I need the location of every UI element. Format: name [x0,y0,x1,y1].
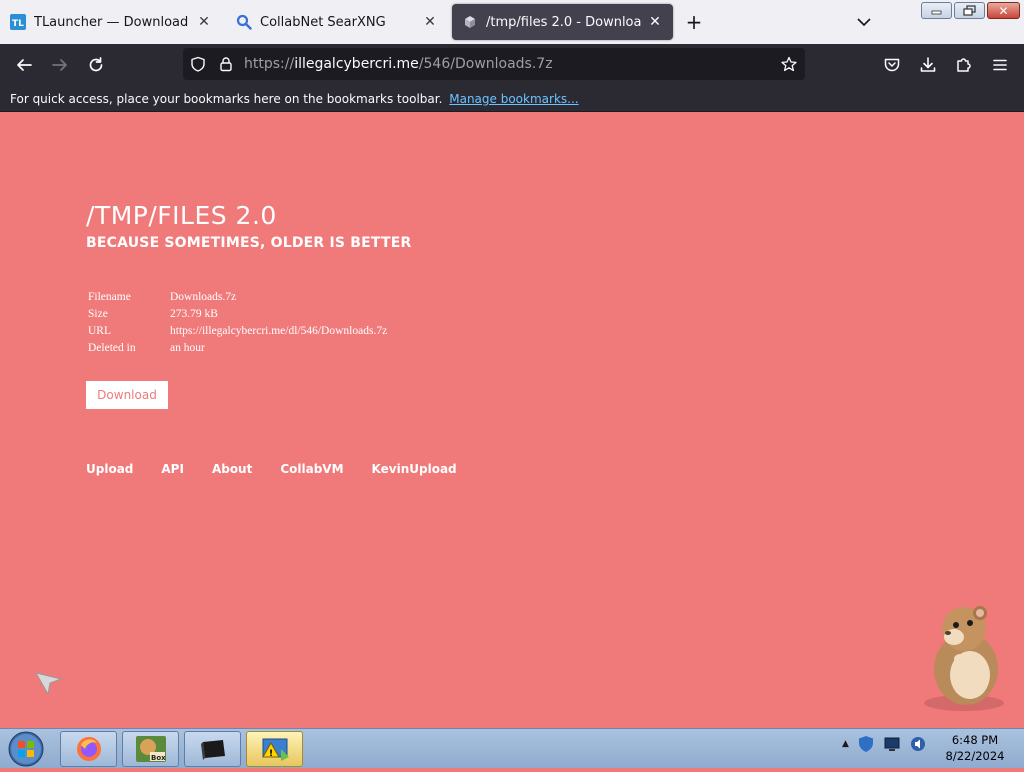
minimize-button[interactable] [921,2,952,19]
minimize-icon [931,10,941,14]
restore-button[interactable] [954,2,985,19]
tlauncher-icon: TL [10,14,26,30]
arrow-right-icon [52,59,67,71]
taskbar-terminal[interactable] [184,731,241,767]
start-button[interactable] [4,730,48,768]
download-icon [920,57,936,72]
shield-icon[interactable] [190,56,206,76]
downloads-button[interactable] [916,53,940,77]
chevron-down-icon [857,18,871,27]
list-all-tabs-button[interactable] [854,12,874,32]
lock-icon[interactable] [218,56,234,76]
clock-time: 6:48 PM [951,733,999,747]
site-title: /TMP/FILES 2.0 [86,201,277,230]
bookmarks-toolbar: For quick access, place your bookmarks h… [0,86,1024,112]
network-monitor-icon[interactable] [883,735,901,753]
info-value: 273.79 kB [170,307,218,320]
tmpfiles-icon [462,14,478,30]
reload-icon [89,57,103,72]
restore-icon [962,5,976,16]
site-subtitle: BECAUSE SOMETIMES, OLDER IS BETTER [86,235,412,251]
hamster-mascot-icon [924,606,1004,711]
svg-text:Box: Box [151,754,166,762]
window-controls: ✕ [921,2,1020,19]
forward-button[interactable] [48,53,72,77]
footer-link-api[interactable]: API [161,462,184,476]
back-button[interactable] [12,53,36,77]
tab-strip: TL TLauncher — Download Minec ✕ CollabNe… [0,0,1024,44]
tab-tmpfiles[interactable]: /tmp/files 2.0 - Downloads.7z ✕ [452,4,673,40]
tab-searxng[interactable]: CollabNet SearXNG ✕ [226,4,448,40]
footer-link-upload[interactable]: Upload [86,462,133,476]
taskbar-firefox[interactable] [60,731,117,767]
url-host: illegalcybercri.me [294,56,419,72]
close-icon: ✕ [998,3,1009,18]
bookmark-star-icon[interactable] [781,56,797,76]
close-window-button[interactable]: ✕ [987,2,1020,19]
menu-button[interactable] [988,53,1012,77]
system-tray: ▲ [842,735,927,753]
extensions-button[interactable] [952,53,976,77]
tab-tlauncher[interactable]: TL TLauncher — Download Minec ✕ [0,4,222,40]
reload-button[interactable] [84,53,108,77]
info-row-filename: Filename Downloads.7z [88,288,387,305]
svg-text:TL: TL [12,19,24,29]
puzzle-icon [957,58,971,72]
tab-title: CollabNet SearXNG [260,14,386,30]
clock-date: 8/22/2024 [945,749,1005,763]
terminal-icon [200,740,225,760]
url-text[interactable]: https://illegalcybercri.me/546/Downloads… [244,48,553,80]
windows-logo-icon [8,731,44,767]
info-row-deleted-in: Deleted in an hour [88,339,387,356]
close-tab-icon[interactable]: ✕ [422,14,438,30]
info-value: an hour [170,341,205,354]
address-bar[interactable]: https://illegalcybercri.me/546/Downloads… [183,48,805,80]
mouse-cursor-icon [34,672,63,696]
close-tab-icon[interactable]: ✕ [647,14,663,30]
defender-shield-icon[interactable] [857,735,875,753]
navigation-toolbar: https://illegalcybercri.me/546/Downloads… [0,44,1024,86]
url-path: /546/Downloads.7z [418,56,553,72]
page-content: /TMP/FILES 2.0 BECAUSE SOMETIMES, OLDER … [0,113,1024,728]
footer-nav: Upload API About CollabVM KevinUpload [86,462,457,476]
file-info-table: Filename Downloads.7z Size 273.79 kB URL… [88,288,387,356]
taskbar-clock[interactable]: 6:48 PM 8/22/2024 [936,732,1014,764]
tab-title: TLauncher — Download Minec [34,14,190,30]
tray-expand-icon[interactable]: ▲ [842,739,849,749]
taskbar-box-app[interactable]: Box [122,731,179,767]
info-label: Filename [88,290,131,303]
firefox-icon [76,737,101,761]
info-label: URL [88,324,111,337]
footer-link-kevinupload[interactable]: KevinUpload [372,462,457,476]
hamburger-icon [993,59,1007,71]
arrow-left-icon [17,59,32,71]
pocket-button[interactable] [880,53,904,77]
tab-title: /tmp/files 2.0 - Downloads.7z [486,14,641,30]
warning-app-icon: ! [261,738,289,761]
info-value: Downloads.7z [170,290,237,303]
svg-text:!: ! [269,749,273,759]
box-app-icon: Box [135,736,166,762]
info-row-url: URL https://illegalcybercri.me/dl/546/Do… [88,322,387,339]
manage-bookmarks-link[interactable]: Manage bookmarks... [449,92,578,106]
close-tab-icon[interactable]: ✕ [196,14,212,30]
pocket-icon [884,58,900,72]
bookmarks-hint-text: For quick access, place your bookmarks h… [10,92,443,106]
windows-taskbar: Box ! ▲ 6:48 PM 8/22/2024 [0,728,1024,768]
info-label: Deleted in [88,341,136,354]
new-tab-button[interactable]: + [684,12,704,32]
footer-link-collabvm[interactable]: CollabVM [280,462,343,476]
download-button[interactable]: Download [86,381,168,409]
info-row-size: Size 273.79 kB [88,305,387,322]
info-value: https://illegalcybercri.me/dl/546/Downlo… [170,324,388,337]
info-label: Size [88,307,108,320]
url-scheme: https:// [244,56,295,72]
taskbar-active-app[interactable]: ! [246,731,303,767]
volume-icon[interactable] [909,735,927,753]
footer-link-about[interactable]: About [212,462,252,476]
search-icon [236,14,252,30]
